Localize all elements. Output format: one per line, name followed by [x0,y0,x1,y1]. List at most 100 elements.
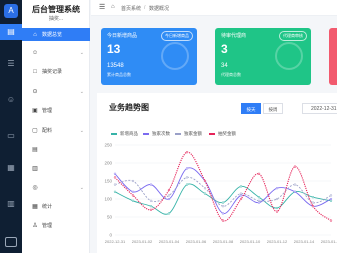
app-title: 后台管理系统 [32,5,80,14]
data-point[interactable] [275,206,279,210]
card-total: 13548 [107,63,124,69]
data-point[interactable] [149,208,153,211]
data-point[interactable] [329,194,333,197]
data-point[interactable] [275,187,279,190]
sidebar-item-management[interactable]: ▣ 管理 [22,104,90,117]
sidebar-item-4[interactable]: ⊙ ⌄ [22,85,90,98]
y-tick-label: 150 [104,179,112,184]
data-point[interactable] [149,205,153,208]
gift-icon: □ [33,68,37,75]
data-point[interactable] [311,196,315,199]
breadcrumb-item[interactable]: 首页系统 [121,5,141,12]
data-point[interactable] [185,151,189,154]
data-point[interactable] [239,197,243,201]
sidebar-item-lottery-records[interactable]: □ 抽奖记录 [22,65,90,78]
stat-card-partial[interactable] [329,28,337,85]
data-point[interactable] [257,199,261,202]
data-point[interactable] [203,187,207,190]
data-point[interactable] [275,197,279,201]
data-point[interactable] [185,176,189,179]
sidebar-item-9[interactable]: ◎ ⌄ [22,181,90,194]
user-icon[interactable]: ☺ [0,92,22,108]
sidebar-item-2[interactable]: ☺ ⌄ [22,46,90,59]
data-point[interactable] [311,201,315,204]
data-point[interactable] [149,199,153,202]
sidebar-item-label: 管理 [42,223,53,229]
menu-toggle-icon[interactable]: ☰ [99,4,105,11]
data-point[interactable] [239,192,243,195]
data-point[interactable] [185,167,189,170]
doc-icon[interactable]: ▤ [0,24,22,40]
monitor-icon[interactable] [5,237,17,247]
trend-chart-panel: 业务趋势图 按天 按周 2022-12-31 新增商品 独家次数 独家金额 抽奖… [97,93,337,253]
data-point[interactable] [329,197,333,201]
sidebar-item-7[interactable]: ▤ [22,143,90,156]
logo-icon[interactable]: A [4,4,18,18]
data-point[interactable] [131,194,135,197]
data-point[interactable] [221,205,225,208]
ticket-icon: ⊙ [32,88,38,95]
x-tick-label: 2023-01-06 [186,239,207,244]
home-icon: ⌂ [33,31,37,38]
sidebar: 后台管理系统 抽奖... ⌂ 数据总览 ☺ ⌄ □ 抽奖记录 ⊙ ⌄ ▣ 管理 … [22,0,90,253]
data-point[interactable] [131,190,135,193]
sidebar-item-8[interactable]: ▥ [22,162,90,175]
y-tick-label: 0 [109,233,112,238]
box-icon: ▢ [32,127,38,134]
data-point[interactable] [329,219,333,222]
data-point[interactable] [113,172,117,175]
data-point[interactable] [221,212,225,215]
watermark-icon [275,42,303,70]
data-point[interactable] [239,194,243,197]
line-chart: 0 50 100 150 200 250 2022-12-31 2023-01-02 2023-… [104,143,337,245]
y-tick-label: 50 [107,215,113,220]
data-point[interactable] [239,185,243,188]
data-point[interactable] [293,183,297,186]
data-point[interactable] [275,210,279,213]
data-point[interactable] [113,183,117,186]
data-point[interactable] [113,190,117,193]
ticket-icon[interactable]: ▭ [0,128,22,144]
list-icon[interactable]: ☰ [0,56,22,72]
data-point[interactable] [131,199,135,202]
data-point[interactable] [167,188,171,192]
sidebar-item-ingredients[interactable]: ▢ 配料 ⌄ [22,124,90,137]
data-point[interactable] [149,183,153,186]
data-point[interactable] [221,201,225,204]
sidebar-item-label: 抽奖记录 [42,69,63,75]
sidebar-item-statistics[interactable]: ▦ 统计 [22,200,90,213]
stat-card-products[interactable]: 今日新增商品 今日新增商品 13 13548 累计商品总数 [101,28,197,85]
sidebar-item-overview[interactable]: ⌂ 数据总览 [22,28,90,41]
home-icon[interactable]: ⌂ [111,4,115,11]
breadcrumb-current: 数据概况 [149,6,170,12]
data-point[interactable] [185,183,189,186]
card-caption: 累计商品总数 [107,72,131,77]
grid-icon[interactable]: ▦ [0,160,22,176]
data-point[interactable] [221,219,225,222]
data-point[interactable] [131,179,135,183]
data-point[interactable] [167,197,171,201]
data-point[interactable] [311,205,315,208]
data-point[interactable] [167,212,171,215]
x-tick-label: 2023-01-12 [267,239,288,244]
data-point[interactable] [293,165,297,168]
chart-icon[interactable]: ▥ [0,196,22,212]
card-badge: 今日新增商品 [161,31,193,41]
lock-icon: ▤ [32,146,38,153]
series-line [114,151,332,222]
data-point[interactable] [293,190,297,193]
data-point[interactable] [203,179,207,183]
y-tick-label: 250 [104,143,112,148]
data-point[interactable] [113,176,117,179]
icon-rail: A ▤ ☰ ☺ ▭ ▦ ▥ [0,0,22,253]
data-point[interactable] [167,194,171,197]
data-point[interactable] [257,172,261,175]
data-point[interactable] [257,196,261,199]
chevron-down-icon: ⌄ [79,184,84,191]
stat-card-agents[interactable]: 待审代理商 代理商审核 3 34 代理商总数 [215,28,311,85]
data-point[interactable] [257,201,261,204]
data-point[interactable] [203,192,207,195]
data-point[interactable] [329,199,333,202]
x-tick-label: 2023-01-16 [321,239,337,244]
sidebar-item-admin[interactable]: ♙ 管理 [22,219,90,232]
